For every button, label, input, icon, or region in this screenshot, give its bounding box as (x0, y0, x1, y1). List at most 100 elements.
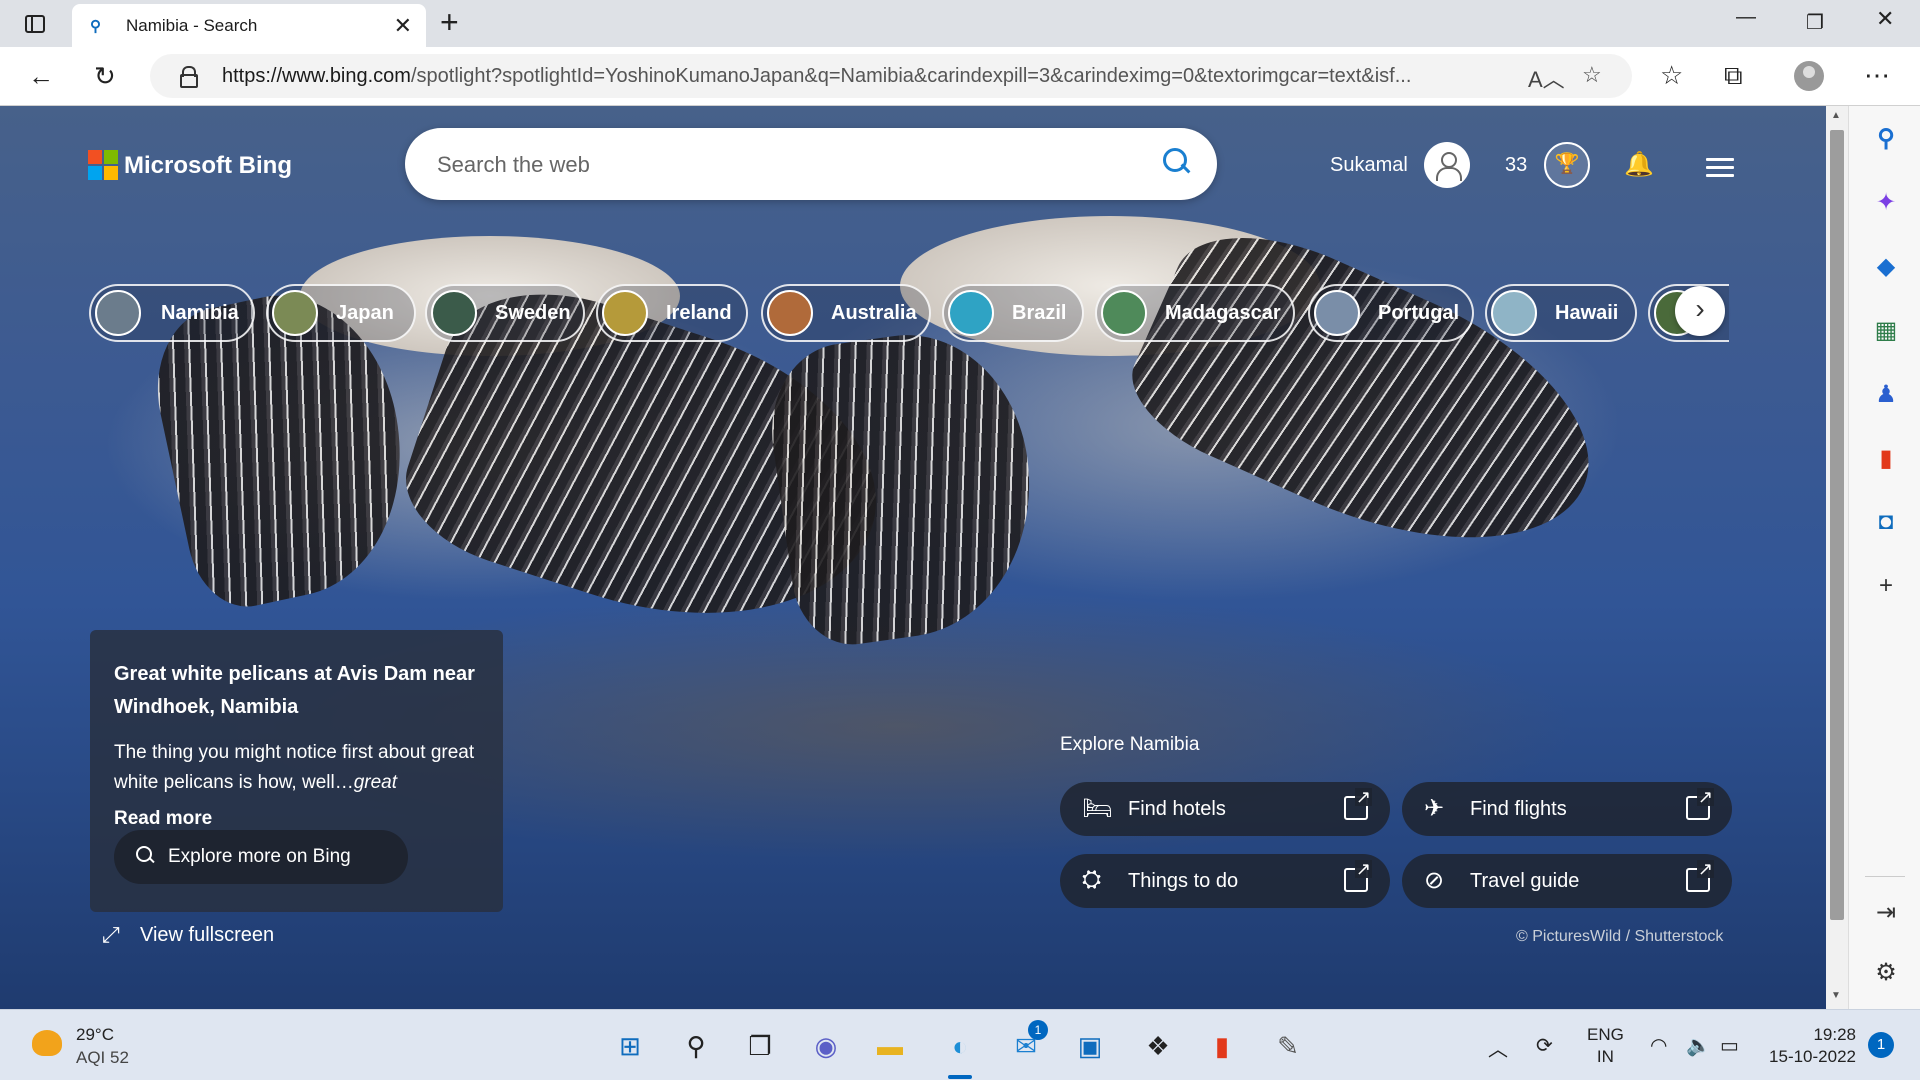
pill-thumbnail (431, 290, 477, 336)
page-scrollbar[interactable]: ▲ ▼ (1826, 106, 1848, 1009)
sync-icon[interactable]: ⟳ (1536, 1033, 1553, 1058)
pills-next-chevron-icon[interactable]: › (1675, 286, 1725, 336)
pill-hawaii[interactable]: Hawaii (1485, 284, 1637, 342)
start-windows-icon[interactable]: ⊞ (612, 1028, 648, 1064)
profile-avatar[interactable] (1794, 61, 1824, 91)
search-input[interactable]: Search the web (437, 152, 590, 178)
back-icon[interactable]: ← (28, 61, 54, 92)
gimp-icon[interactable]: ✎ (1270, 1028, 1306, 1064)
hamburger-menu-icon[interactable] (1706, 158, 1734, 182)
find-hotels-button[interactable]: 🛏 Find hotels (1060, 782, 1390, 836)
pill-australia[interactable]: Australia (761, 284, 931, 342)
minimize-icon[interactable]: — (1736, 6, 1756, 29)
sidebar-divider (1865, 876, 1905, 877)
find-flights-button[interactable]: ✈ Find flights (1402, 782, 1732, 836)
new-tab-button[interactable]: + (440, 4, 459, 41)
pill-ireland[interactable]: Ireland (596, 284, 748, 342)
address-bar[interactable]: https://www.bing.com/spotlight?spotlight… (150, 54, 1632, 98)
favorites-icon[interactable]: ☆ (1660, 60, 1683, 91)
wifi-icon[interactable]: ◠ (1650, 1033, 1667, 1058)
language-indicator[interactable]: ENG IN (1587, 1024, 1624, 1068)
mail-badge: 1 (1028, 1020, 1048, 1040)
pill-portugal[interactable]: Portugal (1308, 284, 1474, 342)
search-icon (136, 846, 154, 864)
user-name[interactable]: Sukamal (1330, 154, 1408, 177)
pelican-wing-image (760, 320, 1050, 652)
refresh-icon[interactable]: ↻ (94, 61, 116, 92)
external-link-icon (1686, 788, 1715, 820)
tools-icon[interactable]: ▦ (1871, 316, 1901, 345)
more-menu-icon[interactable]: ⋯ (1864, 60, 1890, 91)
clock[interactable]: 19:28 15-10-2022 (1764, 1024, 1856, 1068)
pill-japan[interactable]: Japan (266, 284, 416, 342)
pill-sweden[interactable]: Sweden (425, 284, 585, 342)
bed-icon: 🛏 (1082, 795, 1113, 822)
office-icon[interactable]: ▮ (1871, 444, 1901, 473)
address-bar-row: ← ↻ https://www.bing.com/spotlight?spotl… (0, 47, 1920, 106)
binoculars-icon: ⛭ (1082, 866, 1102, 893)
lock-icon[interactable] (180, 66, 198, 88)
pill-madagascar[interactable]: Madagascar (1095, 284, 1295, 342)
tab-close-icon[interactable]: ✕ (394, 13, 412, 39)
scroll-down-arrow-icon[interactable]: ▼ (1831, 990, 1841, 1001)
add-sidebar-icon[interactable]: + (1871, 572, 1901, 600)
temperature[interactable]: 29°C (76, 1025, 114, 1045)
hide-sidebar-icon[interactable]: ⇥ (1871, 898, 1901, 927)
collections-icon[interactable]: ⧉ (1724, 60, 1743, 92)
volume-icon[interactable]: 🔈 (1686, 1033, 1711, 1058)
pill-brazil[interactable]: Brazil (942, 284, 1084, 342)
tab-actions-icon[interactable] (20, 10, 50, 38)
show-hidden-icons-icon[interactable]: ︿ (1488, 1033, 1508, 1062)
image-credit: © PicturesWild / Shutterstock (1516, 928, 1724, 945)
office-icon[interactable]: ▮ (1204, 1028, 1240, 1064)
pelican-wing-image (1113, 202, 1627, 600)
bing-search-icon[interactable]: ⚲ (1871, 124, 1901, 153)
search-favicon-icon: ⚲ (90, 18, 101, 35)
url-text[interactable]: https://www.bing.com/spotlight?spotlight… (222, 65, 1462, 88)
games-icon[interactable]: ♟ (1871, 380, 1901, 409)
search-icon[interactable] (1163, 148, 1189, 174)
chat-icon[interactable]: ◉ (808, 1028, 844, 1064)
file-explorer-icon[interactable]: ▬ (872, 1028, 908, 1064)
dropbox-icon[interactable]: ❖ (1140, 1028, 1176, 1064)
rewards-trophy-icon[interactable]: 🏆 (1544, 142, 1590, 188)
app-store-icon[interactable]: ▣ (1072, 1028, 1108, 1064)
travel-guide-button[interactable]: ⊘ Travel guide (1402, 854, 1732, 908)
things-to-do-button[interactable]: ⛭ Things to do (1060, 854, 1390, 908)
read-more-link[interactable]: Read more (114, 808, 212, 830)
tab-title: Namibia - Search (126, 16, 258, 35)
pill-namibia[interactable]: Namibia (89, 284, 255, 342)
tab-active[interactable]: ⚲ Namibia - Search ✕ (72, 4, 426, 47)
shopping-tag-icon[interactable]: ◆ (1871, 252, 1901, 281)
sidebar-settings-icon[interactable]: ⚙ (1871, 958, 1901, 987)
pill-thumbnail (1491, 290, 1537, 336)
add-favorite-icon[interactable]: ☆ (1582, 62, 1602, 88)
pill-thumbnail (95, 290, 141, 336)
taskbar: 29°C AQI 52 ⊞ ⚲ ❐ ◉ ▬ ◐ ✉ ▣ ❖ ▮ ✎ 1 ︿ ⟳ … (0, 1009, 1920, 1080)
rewards-points[interactable]: 33 (1505, 154, 1527, 177)
pill-thumbnail (1101, 290, 1147, 336)
close-window-icon[interactable]: ✕ (1876, 6, 1894, 32)
task-view-icon[interactable]: ❐ (742, 1028, 778, 1064)
outlook-icon[interactable]: ◘ (1871, 508, 1901, 536)
scroll-up-arrow-icon[interactable]: ▲ (1831, 110, 1841, 121)
battery-icon[interactable]: ▭ (1720, 1033, 1739, 1058)
notification-count[interactable]: 1 (1868, 1032, 1894, 1058)
image-info-card: Great white pelicans at Avis Dam near Wi… (90, 630, 503, 912)
image-headline[interactable]: Great white pelicans at Avis Dam near Wi… (114, 658, 494, 724)
aqi[interactable]: AQI 52 (76, 1048, 129, 1068)
scrollbar-thumb[interactable] (1830, 130, 1844, 920)
discover-icon[interactable]: ✦ (1871, 188, 1901, 217)
notifications-bell-icon[interactable]: 🔔 (1624, 150, 1654, 179)
pill-thumbnail (602, 290, 648, 336)
external-link-icon (1686, 860, 1715, 892)
user-avatar-icon[interactable] (1424, 142, 1470, 188)
tab-bar: ⚲ Namibia - Search ✕ + — ❐ ✕ (0, 0, 1920, 47)
explore-more-button[interactable]: Explore more on Bing (114, 830, 408, 884)
read-aloud-icon[interactable]: A︿ (1528, 62, 1565, 94)
weather-icon[interactable] (32, 1030, 62, 1056)
restore-icon[interactable]: ❐ (1806, 10, 1824, 35)
search-box[interactable]: Search the web (405, 128, 1217, 200)
edge-browser-icon[interactable]: ◐ (942, 1028, 978, 1064)
search-icon[interactable]: ⚲ (678, 1028, 714, 1064)
